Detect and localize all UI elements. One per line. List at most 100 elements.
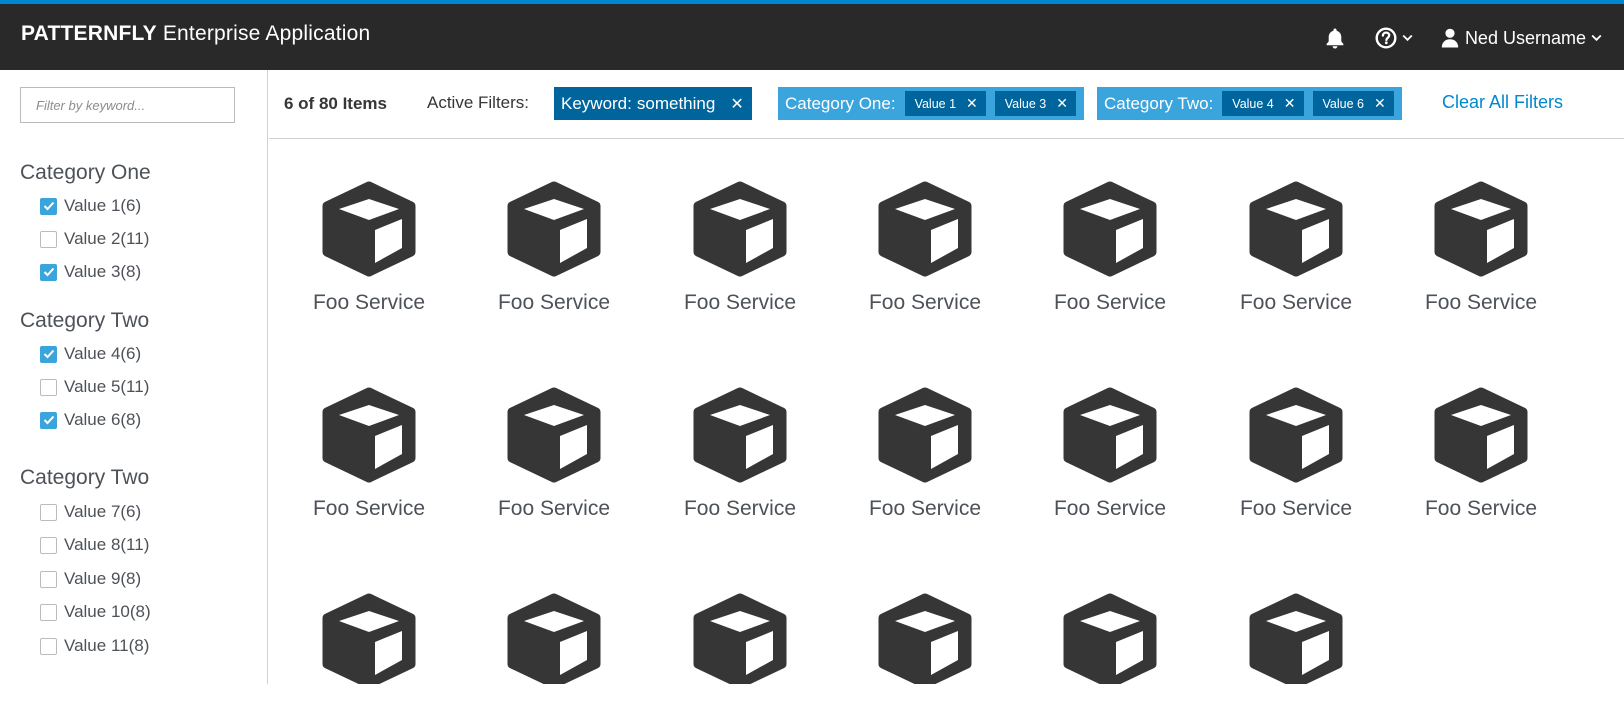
chip-value-label: something bbox=[636, 93, 716, 113]
checkbox-label: Value 6(8) bbox=[64, 410, 142, 429]
cube-icon bbox=[319, 384, 419, 484]
service-tile[interactable]: Foo Service bbox=[850, 384, 1000, 521]
brand-title[interactable]: PATTERNFLY Enterprise Application bbox=[21, 22, 370, 46]
keyword-filter-input[interactable] bbox=[20, 87, 235, 123]
brand-strong-text: PATTERNFLY bbox=[21, 22, 157, 45]
service-tile[interactable]: Foo Service bbox=[1035, 178, 1185, 315]
tile-title: Foo Service bbox=[1239, 497, 1353, 520]
chevron-down-icon bbox=[1591, 34, 1602, 42]
filter-checkbox-value-8[interactable]: Value 8(11) bbox=[40, 534, 149, 556]
cube-icon bbox=[1246, 590, 1346, 684]
tile-title: Foo Service bbox=[683, 497, 797, 520]
cube-icon bbox=[319, 178, 419, 278]
chip-value-label: Value 6 bbox=[1322, 96, 1364, 111]
checkbox-label: Value 5(11) bbox=[64, 377, 150, 396]
checkbox-label: Value 9(8) bbox=[64, 569, 142, 588]
close-icon[interactable]: ✕ bbox=[966, 95, 978, 112]
category-one-filter-chip: Category One: Value 1 ✕ Value 3 ✕ bbox=[778, 87, 1084, 120]
chip-category-label: Category One: bbox=[785, 93, 896, 113]
filter-checkbox-value-6[interactable]: Value 6(8) bbox=[40, 409, 141, 431]
checkmark-icon bbox=[43, 267, 54, 277]
checkmark-icon bbox=[43, 415, 54, 425]
cube-icon bbox=[690, 384, 790, 484]
service-tile[interactable]: Foo Service bbox=[665, 384, 815, 521]
checkbox[interactable] bbox=[40, 345, 57, 363]
cube-icon bbox=[1246, 178, 1346, 278]
filter-checkbox-value-9[interactable]: Value 9(8) bbox=[40, 568, 141, 590]
user-menu-button[interactable]: Ned Username bbox=[1441, 20, 1602, 56]
service-tile[interactable]: Foo Service bbox=[1406, 178, 1556, 315]
checkbox[interactable] bbox=[40, 411, 57, 429]
category-two-filter-chip: Category Two: Value 4 ✕ Value 6 ✕ bbox=[1097, 87, 1402, 120]
service-grid: Foo Service Foo Service Foo Service Foo … bbox=[269, 140, 1624, 684]
service-tile[interactable]: Foo Service bbox=[479, 178, 629, 315]
close-icon[interactable]: ✕ bbox=[1284, 95, 1296, 112]
user-icon bbox=[1441, 28, 1459, 48]
cube-icon bbox=[1060, 384, 1160, 484]
service-tile[interactable] bbox=[1035, 590, 1185, 684]
close-icon[interactable]: ✕ bbox=[1056, 95, 1068, 112]
service-tile[interactable]: Foo Service bbox=[1221, 384, 1371, 521]
cube-icon bbox=[1060, 590, 1160, 684]
checkbox-label: Value 10(8) bbox=[64, 602, 151, 621]
bell-icon bbox=[1326, 28, 1344, 49]
service-tile[interactable]: Foo Service bbox=[1221, 178, 1371, 315]
filter-checkbox-value-10[interactable]: Value 10(8) bbox=[40, 601, 151, 623]
checkbox[interactable] bbox=[40, 378, 57, 396]
service-tile[interactable]: Foo Service bbox=[294, 178, 444, 315]
filter-checkbox-value-11[interactable]: Value 11(8) bbox=[40, 635, 149, 657]
tile-title: Foo Service bbox=[497, 497, 611, 520]
filter-checkbox-value-7[interactable]: Value 7(6) bbox=[40, 501, 141, 523]
user-name: Ned Username bbox=[1464, 27, 1586, 48]
service-tile[interactable]: Foo Service bbox=[479, 384, 629, 521]
filter-checkbox-value-5[interactable]: Value 5(11) bbox=[40, 376, 149, 398]
checkbox[interactable] bbox=[40, 570, 57, 588]
checkbox[interactable] bbox=[40, 197, 57, 215]
checkbox[interactable] bbox=[40, 536, 57, 554]
chip-value-label: Value 1 bbox=[914, 96, 957, 111]
notifications-button[interactable] bbox=[1325, 20, 1345, 56]
filter-value-chip: Value 1 ✕ bbox=[904, 91, 986, 116]
tile-title: Foo Service bbox=[868, 291, 982, 314]
close-icon[interactable]: ✕ bbox=[730, 94, 743, 114]
close-icon[interactable]: ✕ bbox=[1374, 95, 1386, 112]
checkbox-label: Value 3(8) bbox=[64, 262, 142, 281]
checkbox[interactable] bbox=[40, 263, 57, 281]
service-tile[interactable]: Foo Service bbox=[665, 178, 815, 315]
filter-value-chip: Value 6 ✕ bbox=[1312, 91, 1394, 116]
cube-icon bbox=[1246, 384, 1346, 484]
filter-checkbox-value-2[interactable]: Value 2(11) bbox=[40, 228, 149, 250]
tile-title: Foo Service bbox=[683, 291, 797, 314]
keyword-filter-chip: Keyword: something ✕ bbox=[554, 87, 752, 120]
filter-checkbox-value-4[interactable]: Value 4(6) bbox=[40, 343, 141, 365]
service-tile[interactable] bbox=[479, 590, 629, 684]
help-icon bbox=[1375, 27, 1397, 49]
checkmark-icon bbox=[43, 349, 54, 359]
checkbox-label: Value 7(6) bbox=[64, 502, 142, 521]
service-tile[interactable] bbox=[1221, 590, 1371, 684]
checkbox[interactable] bbox=[40, 603, 57, 621]
checkbox[interactable] bbox=[40, 230, 57, 248]
tile-title: Foo Service bbox=[497, 291, 611, 314]
cube-icon bbox=[504, 590, 604, 684]
service-tile[interactable]: Foo Service bbox=[850, 178, 1000, 315]
filter-checkbox-value-1[interactable]: Value 1(6) bbox=[40, 195, 141, 217]
service-tile[interactable] bbox=[665, 590, 815, 684]
cube-icon bbox=[504, 384, 604, 484]
cube-icon bbox=[875, 178, 975, 278]
service-tile[interactable]: Foo Service bbox=[1406, 384, 1556, 521]
clear-all-filters-link[interactable]: Clear All Filters bbox=[1442, 92, 1563, 113]
checkmark-icon bbox=[43, 201, 54, 211]
cube-icon bbox=[1431, 384, 1531, 484]
service-tile[interactable] bbox=[850, 590, 1000, 684]
tile-title: Foo Service bbox=[1424, 497, 1538, 520]
help-menu-button[interactable] bbox=[1375, 20, 1413, 56]
cube-icon bbox=[690, 178, 790, 278]
filter-checkbox-value-3[interactable]: Value 3(8) bbox=[40, 261, 141, 283]
checkbox[interactable] bbox=[40, 637, 57, 655]
checkbox[interactable] bbox=[40, 503, 57, 521]
service-tile[interactable]: Foo Service bbox=[1035, 384, 1185, 521]
service-tile[interactable] bbox=[294, 590, 444, 684]
service-tile[interactable]: Foo Service bbox=[294, 384, 444, 521]
cube-icon bbox=[1060, 178, 1160, 278]
